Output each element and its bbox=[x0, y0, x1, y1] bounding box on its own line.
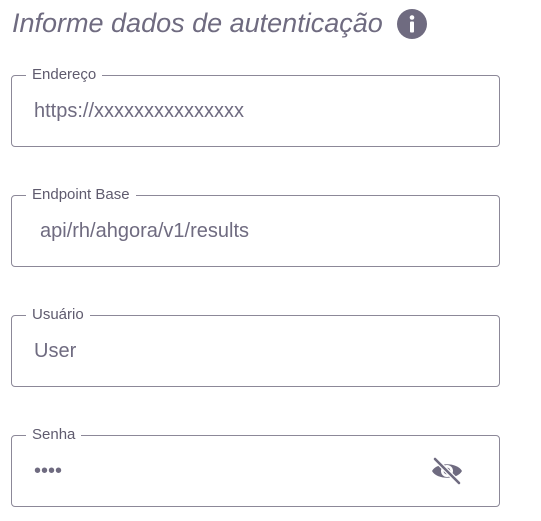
password-input[interactable] bbox=[34, 436, 434, 506]
user-input[interactable] bbox=[34, 316, 434, 386]
endpoint-base-input[interactable] bbox=[40, 196, 440, 266]
auth-form: Informe dados de autenticação Endereço E… bbox=[0, 0, 541, 521]
form-header: Informe dados de autenticação bbox=[12, 8, 427, 39]
address-field: Endereço bbox=[11, 67, 500, 147]
info-icon[interactable] bbox=[396, 8, 427, 39]
user-field: Usuário bbox=[11, 307, 500, 387]
password-field: Senha bbox=[11, 427, 500, 507]
endpoint-base-field: Endpoint Base bbox=[11, 187, 500, 267]
eye-off-icon[interactable] bbox=[429, 455, 465, 487]
address-input[interactable] bbox=[34, 76, 434, 146]
page-title: Informe dados de autenticação bbox=[12, 8, 383, 38]
